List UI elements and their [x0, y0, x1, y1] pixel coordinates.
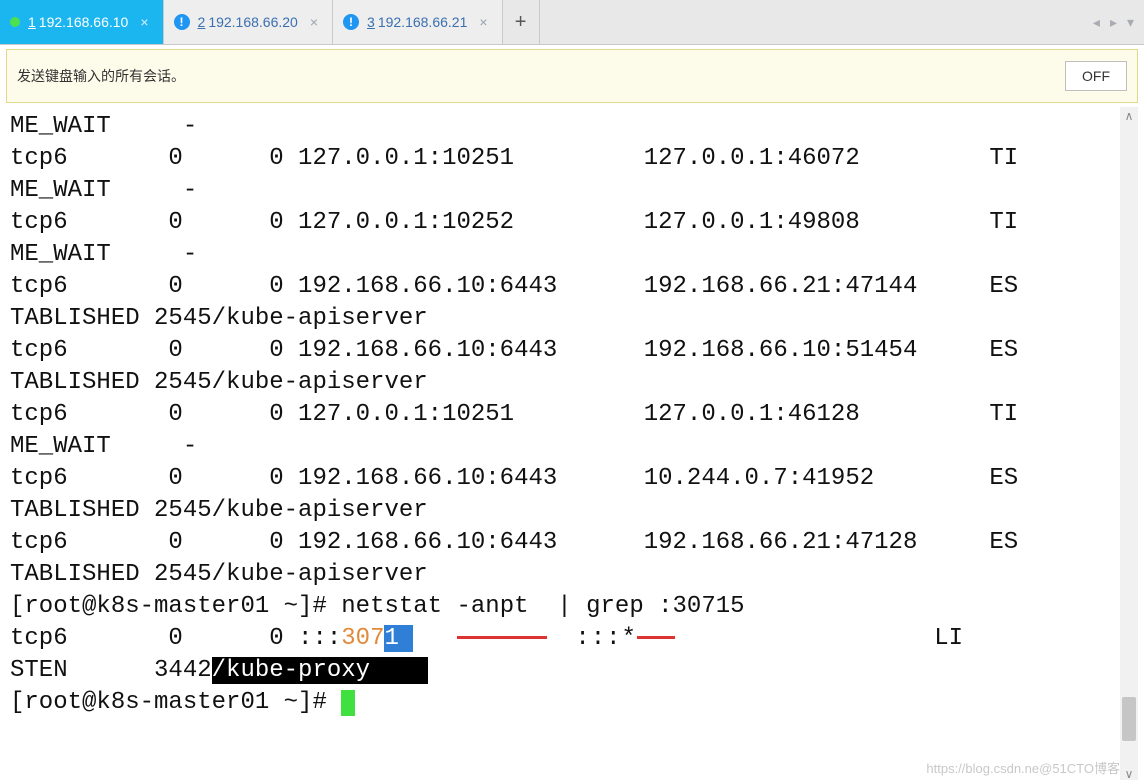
status-dot-icon: [10, 17, 20, 27]
terminal-viewport: ME_WAIT - tcp6 0 0 127.0.0.1:10251 127.0…: [6, 107, 1138, 780]
scroll-down-icon[interactable]: ∨: [1120, 765, 1138, 780]
term-line: tcp6 0 0 127.0.0.1:10252 127.0.0.1:49808…: [10, 209, 1018, 236]
tab-3[interactable]: ! 3 192.168.66.21 ×: [333, 0, 503, 44]
tab-label: 192.168.66.21: [378, 14, 468, 30]
term-line: TABLISHED 2545/kube-apiserver: [10, 305, 428, 332]
term-line: tcp6 0 0 192.168.66.10:6443 192.168.66.1…: [10, 337, 1018, 364]
tab-1[interactable]: 1 192.168.66.10 ×: [0, 0, 164, 44]
info-icon: !: [343, 14, 359, 30]
broadcast-off-button[interactable]: OFF: [1065, 61, 1127, 91]
term-line: ME_WAIT -: [10, 113, 197, 140]
term-port-hl: 307: [341, 625, 384, 652]
red-underline-icon: [457, 636, 547, 639]
tab-2[interactable]: ! 2 192.168.66.20 ×: [164, 0, 334, 44]
term-line: ME_WAIT -: [10, 241, 197, 268]
term-process-hl: /kube-proxy: [212, 657, 370, 684]
close-icon[interactable]: ×: [140, 14, 148, 30]
broadcast-bar: 发送键盘输入的所有会话。 OFF: [6, 49, 1138, 103]
selection-icon: 1: [384, 625, 413, 652]
cursor-icon: [341, 690, 355, 716]
watermark: https://blog.csdn.ne@51CTO博客: [926, 758, 1120, 777]
next-tab-icon[interactable]: ▸: [1110, 14, 1117, 31]
term-line: tcp6 0 0 127.0.0.1:10251 127.0.0.1:46072…: [10, 145, 1018, 172]
scroll-thumb[interactable]: [1122, 697, 1136, 741]
terminal-output[interactable]: ME_WAIT - tcp6 0 0 127.0.0.1:10251 127.0…: [6, 107, 1138, 719]
tabbar-nav: ◂ ▸ ▾: [1093, 0, 1144, 44]
term-prompt: [root@k8s-master01 ~]#: [10, 689, 341, 716]
term-line: tcp6 0 0 192.168.66.10:6443 192.168.66.2…: [10, 273, 1018, 300]
term-command: netstat -anpt | grep :30715: [341, 593, 744, 620]
add-tab-button[interactable]: +: [503, 0, 540, 44]
red-underline-icon: [637, 636, 675, 639]
tab-index: 3: [367, 14, 375, 30]
tab-bar: 1 192.168.66.10 × ! 2 192.168.66.20 × ! …: [0, 0, 1144, 45]
term-prompt: [root@k8s-master01 ~]#: [10, 593, 341, 620]
tab-label: 192.168.66.10: [39, 14, 129, 30]
info-icon: !: [174, 14, 190, 30]
term-line: tcp6 0 0 192.168.66.10:6443 10.244.0.7:4…: [10, 465, 1018, 492]
close-icon[interactable]: ×: [479, 14, 487, 30]
term-star: :::*: [575, 625, 637, 652]
scroll-up-icon[interactable]: ∧: [1120, 107, 1138, 125]
term-line: ME_WAIT -: [10, 433, 197, 460]
broadcast-message: 发送键盘输入的所有会话。: [17, 66, 1065, 86]
term-line: tcp6 0 0 192.168.66.10:6443 192.168.66.2…: [10, 529, 1018, 556]
term-line: ME_WAIT -: [10, 177, 197, 204]
tab-menu-icon[interactable]: ▾: [1127, 14, 1134, 31]
sel-pad: [370, 657, 428, 684]
prev-tab-icon[interactable]: ◂: [1093, 14, 1100, 31]
term-result-prefix: tcp6 0 0 :::: [10, 625, 341, 652]
term-line: TABLISHED 2545/kube-apiserver: [10, 561, 428, 588]
term-listen-a: STEN 3442: [10, 657, 212, 684]
term-line: TABLISHED 2545/kube-apiserver: [10, 369, 428, 396]
term-line: tcp6 0 0 127.0.0.1:10251 127.0.0.1:46128…: [10, 401, 1018, 428]
term-state: LI: [934, 625, 963, 652]
tab-index: 2: [198, 14, 206, 30]
term-line: TABLISHED 2545/kube-apiserver: [10, 497, 428, 524]
close-icon[interactable]: ×: [310, 14, 318, 30]
scrollbar[interactable]: ∧ ∨: [1120, 107, 1138, 780]
tab-index: 1: [28, 14, 36, 30]
tab-label: 192.168.66.20: [208, 14, 298, 30]
